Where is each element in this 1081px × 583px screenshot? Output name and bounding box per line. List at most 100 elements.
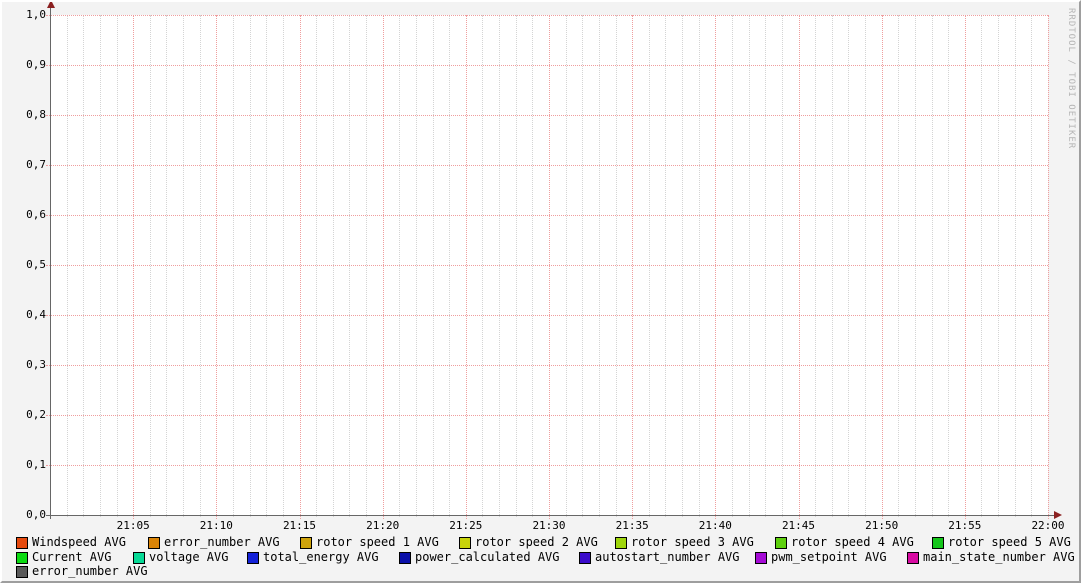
- legend-item-current-avg: Current AVG: [16, 551, 111, 564]
- legend-label: Windspeed AVG: [32, 536, 126, 549]
- legend-label: power_calculated AVG: [415, 551, 560, 564]
- legend-item-pwm-setpoint-avg: pwm_setpoint AVG: [755, 551, 887, 564]
- x-tick-label: 21:50: [860, 520, 904, 532]
- x-axis: [46, 515, 1054, 516]
- legend-label: Current AVG: [32, 551, 111, 564]
- y-tick-label: 0,1: [2, 459, 46, 471]
- y-tick-label: 0,5: [2, 259, 46, 271]
- minor-vertical-gridline: [599, 15, 600, 517]
- legend-item-rotor-speed-1-avg: rotor speed 1 AVG: [300, 536, 439, 549]
- legend-swatch-icon: [932, 537, 944, 549]
- minor-vertical-gridline: [283, 15, 284, 517]
- minor-vertical-gridline: [67, 15, 68, 517]
- minor-vertical-gridline: [166, 15, 167, 517]
- major-vertical-gridline: [216, 15, 217, 519]
- legend-swatch-icon: [16, 552, 28, 564]
- major-horizontal-gridline: [46, 115, 1048, 116]
- minor-vertical-gridline: [150, 15, 151, 517]
- minor-vertical-gridline: [433, 15, 434, 517]
- minor-vertical-gridline: [832, 15, 833, 517]
- minor-vertical-gridline: [665, 15, 666, 517]
- minor-vertical-gridline: [848, 15, 849, 517]
- legend-label: autostart_number AVG: [595, 551, 740, 564]
- legend-swatch-icon: [579, 552, 591, 564]
- legend-label: pwm_setpoint AVG: [771, 551, 887, 564]
- minor-vertical-gridline: [532, 15, 533, 517]
- major-horizontal-gridline: [46, 265, 1048, 266]
- minor-vertical-gridline: [349, 15, 350, 517]
- legend-swatch-icon: [907, 552, 919, 564]
- rrdtool-graph-panel: 1,00,90,80,70,60,50,40,30,20,10,021:0521…: [0, 0, 1081, 583]
- legend-label: error_number AVG: [32, 565, 148, 578]
- x-tick-label: 21:20: [361, 520, 405, 532]
- legend-label: main_state_number AVG: [923, 551, 1075, 564]
- minor-vertical-gridline: [416, 15, 417, 517]
- legend-item-error-number-avg: error_number AVG: [148, 536, 280, 549]
- legend-item-rotor-speed-3-avg: rotor speed 3 AVG: [615, 536, 754, 549]
- minor-vertical-gridline: [732, 15, 733, 517]
- major-vertical-gridline: [300, 15, 301, 519]
- major-vertical-gridline: [1048, 15, 1049, 519]
- legend-label: rotor speed 1 AVG: [316, 536, 439, 549]
- legend-swatch-icon: [459, 537, 471, 549]
- legend-swatch-icon: [755, 552, 767, 564]
- legend-item-main-state-number-avg: main_state_number AVG: [907, 551, 1075, 564]
- legend-swatch-icon: [615, 537, 627, 549]
- major-horizontal-gridline: [46, 315, 1048, 316]
- major-horizontal-gridline: [46, 365, 1048, 366]
- minor-vertical-gridline: [582, 15, 583, 517]
- legend-swatch-icon: [247, 552, 259, 564]
- legend-item-autostart-number-avg: autostart_number AVG: [579, 551, 740, 564]
- y-tick-label: 0,4: [2, 309, 46, 321]
- x-axis-arrow-icon: [1054, 511, 1062, 519]
- minor-vertical-gridline: [898, 15, 899, 517]
- legend-swatch-icon: [399, 552, 411, 564]
- major-horizontal-gridline: [46, 15, 1048, 16]
- minor-vertical-gridline: [865, 15, 866, 517]
- minor-vertical-gridline: [482, 15, 483, 517]
- x-tick-label: 21:45: [777, 520, 821, 532]
- major-vertical-gridline: [549, 15, 550, 519]
- legend-label: rotor speed 2 AVG: [475, 536, 598, 549]
- x-tick-label: 22:00: [1026, 520, 1070, 532]
- legend-item-windspeed-avg: Windspeed AVG: [16, 536, 126, 549]
- minor-vertical-gridline: [699, 15, 700, 517]
- minor-vertical-gridline: [932, 15, 933, 517]
- legend-swatch-icon: [775, 537, 787, 549]
- minor-vertical-gridline: [516, 15, 517, 517]
- major-vertical-gridline: [965, 15, 966, 519]
- y-axis-arrow-icon: [47, 0, 55, 8]
- major-horizontal-gridline: [46, 415, 1048, 416]
- legend-item-rotor-speed-5-avg: rotor speed 5 AVG: [932, 536, 1071, 549]
- minor-vertical-gridline: [1031, 15, 1032, 517]
- x-tick-label: 21:05: [111, 520, 155, 532]
- legend-swatch-icon: [148, 537, 160, 549]
- y-tick-label: 0,8: [2, 109, 46, 121]
- x-tick-label: 21:30: [527, 520, 571, 532]
- minor-vertical-gridline: [499, 15, 500, 517]
- minor-vertical-gridline: [233, 15, 234, 517]
- legend-label: rotor speed 3 AVG: [631, 536, 754, 549]
- x-tick-label: 21:25: [444, 520, 488, 532]
- minor-vertical-gridline: [200, 15, 201, 517]
- minor-vertical-gridline: [83, 15, 84, 517]
- major-horizontal-gridline: [46, 465, 1048, 466]
- y-tick-label: 0,2: [2, 409, 46, 421]
- legend-label: rotor speed 5 AVG: [948, 536, 1071, 549]
- minor-vertical-gridline: [399, 15, 400, 517]
- major-vertical-gridline: [715, 15, 716, 519]
- plot-area: 1,00,90,80,70,60,50,40,30,20,10,021:0521…: [50, 15, 1048, 515]
- legend-swatch-icon: [133, 552, 145, 564]
- minor-vertical-gridline: [316, 15, 317, 517]
- legend-item-rotor-speed-4-avg: rotor speed 4 AVG: [775, 536, 914, 549]
- y-tick-label: 0,7: [2, 159, 46, 171]
- minor-vertical-gridline: [815, 15, 816, 517]
- y-axis: [50, 8, 51, 519]
- minor-vertical-gridline: [616, 15, 617, 517]
- x-tick-label: 21:40: [693, 520, 737, 532]
- minor-vertical-gridline: [566, 15, 567, 517]
- legend-label: rotor speed 4 AVG: [791, 536, 914, 549]
- minor-vertical-gridline: [1015, 15, 1016, 517]
- minor-vertical-gridline: [250, 15, 251, 517]
- minor-vertical-gridline: [682, 15, 683, 517]
